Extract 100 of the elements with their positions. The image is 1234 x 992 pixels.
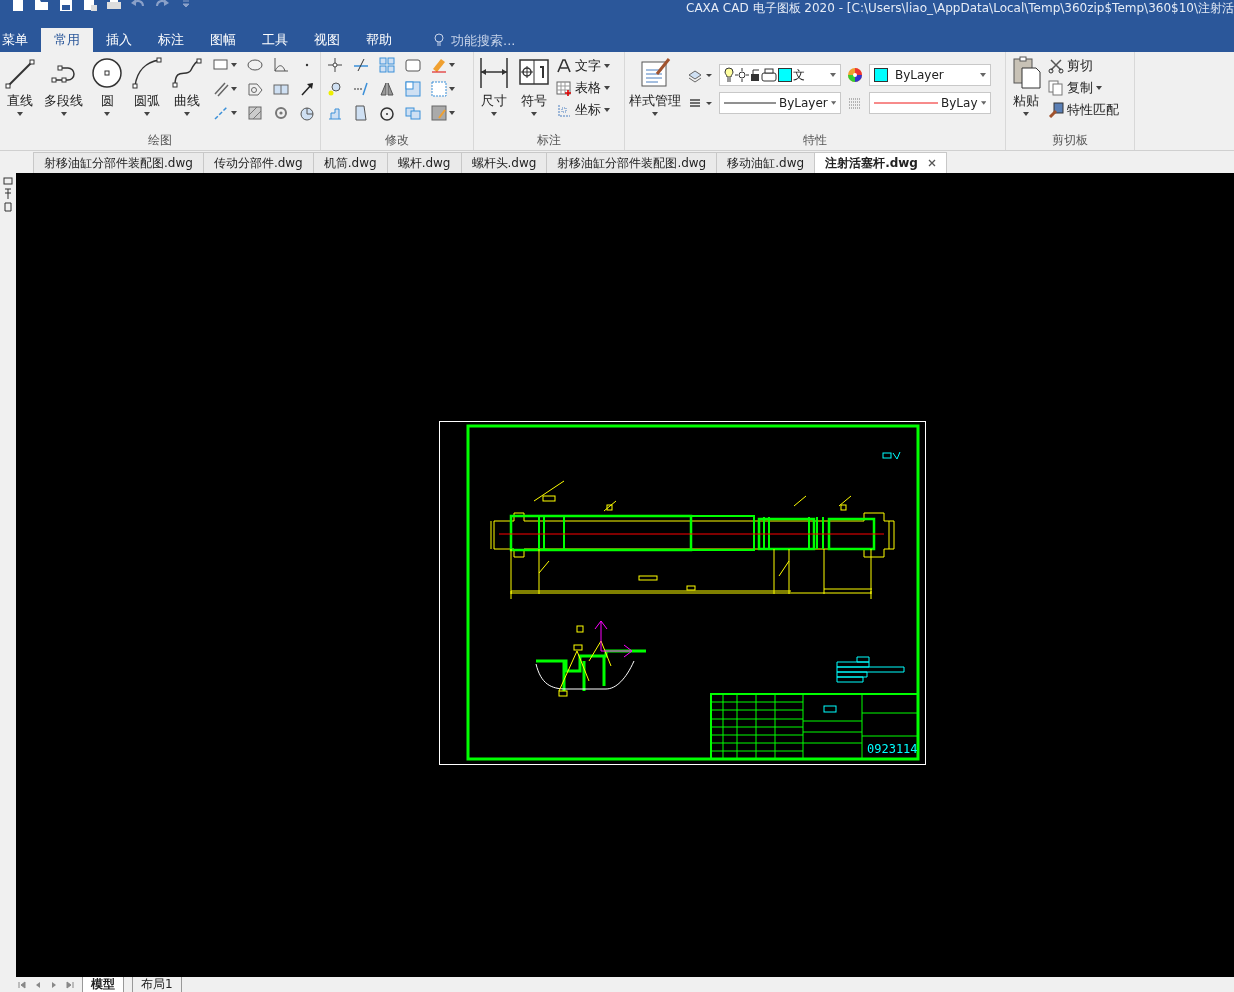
document-tab[interactable]: 射移油缸分部件装配图.dwg — [546, 152, 718, 173]
document-tab[interactable]: 移动油缸.dwg — [716, 152, 816, 173]
ribbon-button[interactable]: 圆 — [89, 56, 125, 116]
dimension-icon — [478, 56, 510, 90]
layer-dropdown[interactable]: 文 — [719, 64, 841, 86]
color-swatch-icon — [778, 68, 792, 82]
dropdown-caret-icon — [830, 101, 836, 105]
polygon-icon[interactable] — [247, 81, 263, 97]
document-tab[interactable]: 射移油缸分部件装配图.dwg — [33, 152, 204, 173]
window-title: CAXA CAD 电子图板 2020 - [C:\Users\liao_\AppData\Local\Temp\360zip$Temp\360$10\注射活 — [686, 0, 1234, 16]
next-icon[interactable] — [50, 980, 58, 989]
trim-icon[interactable] — [353, 57, 369, 73]
dropdown-caret-icon — [652, 112, 658, 116]
printer-icon[interactable] — [106, 0, 122, 12]
document-tab[interactable]: 螺杆头.dwg — [460, 152, 548, 173]
dropdown-caret-icon[interactable] — [231, 87, 237, 91]
close-icon[interactable] — [927, 159, 936, 167]
document-tab[interactable]: 螺杆.dwg — [386, 152, 462, 173]
ribbon-button[interactable]: 粘贴 — [1008, 56, 1044, 116]
ribbon-button[interactable]: 表格 — [556, 78, 610, 98]
ribbon-tab[interactable]: 图幅 — [197, 28, 249, 52]
ribbon-button[interactable]: 特性匹配 — [1048, 100, 1119, 120]
save-as-icon[interactable] — [82, 0, 98, 12]
arrow-icon[interactable] — [299, 81, 315, 97]
dropdown-caret-icon — [604, 108, 610, 112]
last-page-icon[interactable] — [66, 980, 74, 989]
lightbulb-icon — [724, 67, 734, 83]
page-icon[interactable] — [353, 105, 369, 121]
ribbon-button[interactable]: 符号 — [516, 56, 552, 116]
dropdown-caret-icon — [830, 73, 836, 77]
dropdown-caret-icon — [980, 101, 986, 105]
ribbon-button[interactable]: 复制 — [1048, 78, 1119, 98]
hatch-icon[interactable] — [247, 105, 263, 121]
dropdown-caret-icon[interactable] — [449, 111, 455, 115]
array-icon[interactable] — [405, 105, 421, 121]
printer-icon — [761, 68, 777, 82]
coordinate-icon — [556, 102, 572, 118]
dropdown-caret-icon[interactable] — [231, 63, 237, 67]
clipboard-icon — [1010, 56, 1042, 90]
lineweight-dropdown[interactable]: ByLay — [869, 92, 991, 114]
ribbon-button[interactable]: 尺寸 — [476, 56, 512, 116]
ribbon-button[interactable]: 坐标 — [556, 100, 610, 120]
ellipse-icon[interactable] — [247, 57, 263, 73]
angle-icon[interactable] — [273, 57, 289, 73]
brush-icon — [1048, 102, 1064, 118]
ribbon-button[interactable]: 直线 — [2, 56, 38, 116]
rotate-icon[interactable] — [379, 105, 395, 121]
ribbon-button[interactable]: 圆弧 — [129, 56, 165, 116]
drawing-canvas[interactable]: 0923114 — [16, 173, 1234, 977]
group-label: 绘图 — [147, 132, 173, 149]
ribbon-tab[interactable]: 常用 — [41, 28, 93, 52]
ribbon-tab[interactable]: 菜单 — [0, 28, 41, 52]
mirror-icon[interactable] — [379, 81, 395, 97]
layout-tab[interactable]: 布局1 — [132, 977, 182, 992]
dropdown-caret-icon[interactable] — [449, 87, 455, 91]
ribbon-button[interactable]: 文字 — [556, 56, 610, 76]
stretch-icon[interactable] — [327, 105, 343, 121]
grid-icon[interactable] — [379, 57, 395, 73]
ribbon-button[interactable]: 剪切 — [1048, 56, 1119, 76]
document-tab[interactable]: 传动分部件.dwg — [202, 152, 314, 173]
table-icon — [556, 80, 572, 96]
previous-icon[interactable] — [34, 980, 42, 989]
linetype-dropdown[interactable]: ByLayer — [719, 92, 841, 114]
dropdown-caret-icon — [184, 112, 190, 116]
document-tab[interactable]: 注射活塞杆.dwg — [814, 152, 947, 173]
ribbon-tab[interactable]: 工具 — [249, 28, 301, 52]
dropdown-caret-icon — [1096, 86, 1102, 90]
new-file-icon[interactable] — [10, 0, 26, 12]
dropdown-caret-icon — [531, 112, 537, 116]
extend-icon[interactable] — [353, 81, 369, 97]
dropdown-caret-icon[interactable] — [231, 111, 237, 115]
ribbon-tab[interactable]: 视图 — [301, 28, 353, 52]
ribbon-button[interactable]: 样式管理 — [627, 56, 683, 116]
letter-a-icon — [556, 58, 572, 74]
parallel-lines-icon[interactable] — [213, 81, 229, 97]
dropdown-caret-icon — [491, 112, 497, 116]
ribbon-tab[interactable]: 插入 — [93, 28, 145, 52]
group-label: 标注 — [536, 132, 562, 149]
ribbon-button[interactable]: 多段线 — [42, 56, 85, 116]
save-icon[interactable] — [58, 0, 74, 12]
ribbon-button[interactable]: 曲线 — [169, 56, 205, 116]
layout-tab[interactable]: 模型 — [82, 977, 124, 992]
group-label: 修改 — [384, 132, 410, 149]
curve-icon — [171, 56, 203, 90]
open-folder-icon[interactable] — [34, 0, 50, 12]
color-dropdown[interactable]: ByLayer — [869, 64, 991, 86]
move-icon[interactable] — [327, 57, 343, 73]
arc-icon — [131, 56, 163, 90]
ribbon-tab[interactable]: 标注 — [145, 28, 197, 52]
ribbon-tab[interactable]: 帮助 — [353, 28, 405, 52]
search-field[interactable]: 功能搜索... — [451, 32, 561, 48]
color-wheel-icon[interactable] — [847, 67, 863, 83]
square-icon[interactable] — [405, 81, 421, 97]
dropdown-caret-icon — [604, 64, 610, 68]
document-tab[interactable]: 机筒.dwg — [312, 152, 388, 173]
sun-icon — [735, 68, 749, 82]
first-page-icon[interactable] — [18, 980, 26, 989]
dropdown-caret-icon — [17, 112, 23, 116]
dropdown-caret-icon[interactable] — [449, 63, 455, 67]
offset-icon[interactable] — [327, 81, 343, 97]
